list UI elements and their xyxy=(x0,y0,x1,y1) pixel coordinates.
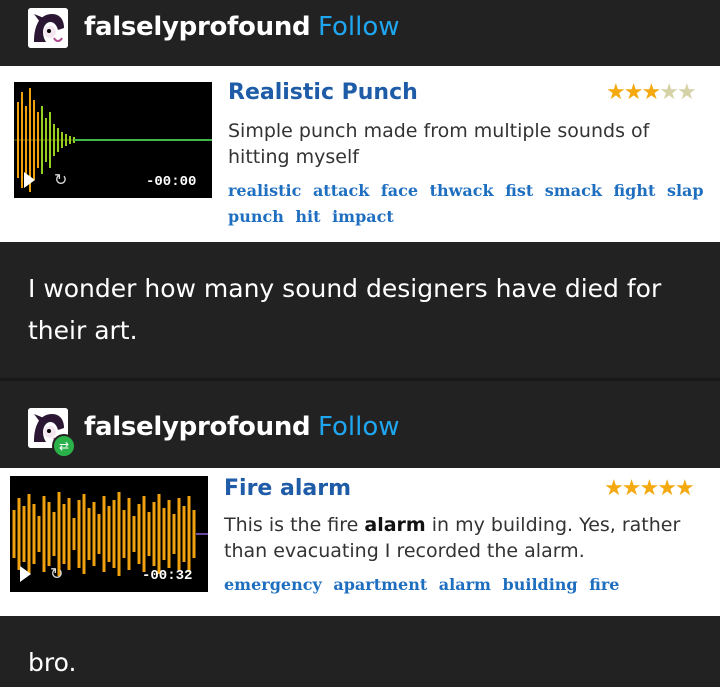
tag-link[interactable]: slap xyxy=(667,181,704,200)
sound-title[interactable]: Realistic Punch xyxy=(228,80,418,105)
star-icon[interactable]: ★ xyxy=(675,476,695,501)
post-2-header: ⇄ falselyprofound Follow xyxy=(0,400,720,458)
post-1-caption: I wonder how many sound designers have d… xyxy=(0,244,720,378)
waveform-player[interactable]: ↻ -00:00 xyxy=(14,82,212,198)
waveform-player[interactable]: ↻ -00:32 xyxy=(10,476,208,592)
time-display: -00:00 xyxy=(146,174,197,190)
rating-stars[interactable]: ★★★★★ xyxy=(604,476,695,501)
tag-link[interactable]: fist xyxy=(505,181,533,200)
play-icon[interactable] xyxy=(20,566,31,582)
caption-text: I wonder how many sound designers have d… xyxy=(28,274,662,345)
follow-button[interactable]: Follow xyxy=(318,412,400,442)
tag-link[interactable]: thwack xyxy=(430,181,494,200)
sound-card-1: ↻ -00:00 Realistic Punch ★★★★★ Simple pu… xyxy=(0,66,720,242)
post-2-caption: bro. xyxy=(0,618,720,687)
star-icon[interactable]: ★ xyxy=(659,80,679,105)
sound-description: This is the fire alarm in my building. Y… xyxy=(224,514,681,562)
tag-link[interactable]: face xyxy=(381,181,418,200)
tag-link[interactable]: building xyxy=(503,575,578,594)
tag-list: realistic attack face thwack fist smack … xyxy=(228,178,712,230)
tag-link[interactable]: alarm xyxy=(439,575,491,594)
tag-link[interactable]: impact xyxy=(332,207,394,226)
star-icon[interactable]: ★ xyxy=(622,476,642,501)
play-icon[interactable] xyxy=(24,172,35,188)
tag-link[interactable]: punch xyxy=(228,207,284,226)
tag-list: emergency apartment alarm building fire xyxy=(224,572,708,598)
star-icon[interactable]: ★ xyxy=(604,476,624,501)
tag-link[interactable]: attack xyxy=(313,181,369,200)
tag-link[interactable]: hit xyxy=(295,207,320,226)
post-divider xyxy=(0,378,720,381)
star-icon[interactable]: ★ xyxy=(657,476,677,501)
star-icon[interactable]: ★ xyxy=(677,80,697,105)
sound-description: Simple punch made from multiple sounds o… xyxy=(228,120,650,168)
sound-title[interactable]: Fire alarm xyxy=(224,476,351,501)
username[interactable]: falselyprofound xyxy=(84,412,311,442)
loop-icon[interactable]: ↻ xyxy=(50,564,63,583)
star-icon[interactable]: ★ xyxy=(624,80,644,105)
star-icon[interactable]: ★ xyxy=(641,80,661,105)
post-1-header: falselyprofound Follow xyxy=(0,0,720,56)
star-icon[interactable]: ★ xyxy=(639,476,659,501)
user-avatar[interactable] xyxy=(28,8,68,48)
star-icon[interactable]: ★ xyxy=(606,80,626,105)
rating-stars[interactable]: ★★★★★ xyxy=(606,80,697,105)
follow-button[interactable]: Follow xyxy=(318,12,400,42)
username[interactable]: falselyprofound xyxy=(84,12,311,42)
sound-card-2: ↻ -00:32 Fire alarm ★★★★★ This is the fi… xyxy=(0,468,720,616)
reblog-icon: ⇄ xyxy=(52,434,76,458)
tag-link[interactable]: smack xyxy=(545,181,602,200)
tag-link[interactable]: emergency xyxy=(224,575,322,594)
tag-link[interactable]: realistic xyxy=(228,181,301,200)
tag-link[interactable]: apartment xyxy=(333,575,427,594)
tag-link[interactable]: fight xyxy=(614,181,656,200)
caption-text: bro. xyxy=(28,648,77,677)
loop-icon[interactable]: ↻ xyxy=(54,170,67,189)
tag-link[interactable]: fire xyxy=(589,575,619,594)
time-display: -00:32 xyxy=(142,568,193,584)
